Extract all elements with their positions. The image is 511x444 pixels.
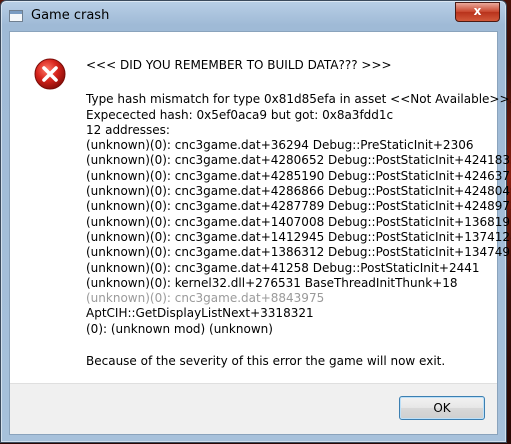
dialog-body: <<< DID YOU REMEMBER TO BUILD DATA??? >>… [9,31,511,435]
error-icon [34,58,66,90]
stack-line: (unknown)(0): cnc3game.dat+4285190 Debug… [86,168,511,183]
stack-line: (unknown)(0): cnc3game.dat+1407008 Debug… [86,214,511,229]
stack-line: (unknown)(0): cnc3game.dat+4280652 Debug… [86,153,511,168]
stack-line: (unknown)(0): cnc3game.dat+1412945 Debug… [86,229,511,244]
stack-line: (unknown)(0): cnc3game.dat+4286866 Debug… [86,184,511,199]
stack-line: (unknown)(0): cnc3game.dat+36294 Debug::… [86,138,474,153]
dialog-footer: OK [10,383,497,434]
stack-line: (unknown)(0): cnc3game.dat+4287789 Debug… [86,199,511,214]
error-message: <<< DID YOU REMEMBER TO BUILD DATA??? >>… [86,58,511,369]
stack-line: (unknown)(0): cnc3game.dat+41258 Debug::… [86,260,480,275]
close-button[interactable]: x [455,2,500,22]
stack-line: (0): (unknown mod) (unknown) [86,321,273,336]
window-app-icon [9,10,23,22]
window-title: Game crash [31,8,110,23]
ok-button[interactable]: OK [399,396,485,420]
message-line: Expecected hash: 0x5ef0aca9 but got: 0x8… [86,107,394,122]
dialog-window: Game crash x <<< DID YOU REMEMBER TO BUI… [0,0,511,443]
error-heading: <<< DID YOU REMEMBER TO BUILD DATA??? >>… [86,58,392,72]
message-line: 12 addresses: [86,122,170,137]
stack-line: AptCIH::GetDisplayListNext+3318321 [86,306,314,321]
stack-line: (unknown)(0): kernel32.dll+276531 BaseTh… [86,275,458,290]
title-bar[interactable]: Game crash x [1,1,506,31]
close-icon: x [473,4,482,18]
exit-notice: Because of the severity of this error th… [86,354,446,369]
message-line: Type hash mismatch for type 0x81d85efa i… [86,92,511,107]
stack-line: (unknown)(0): cnc3game.dat+8843975 [86,291,325,306]
stack-line: (unknown)(0): cnc3game.dat+1386312 Debug… [86,245,511,260]
